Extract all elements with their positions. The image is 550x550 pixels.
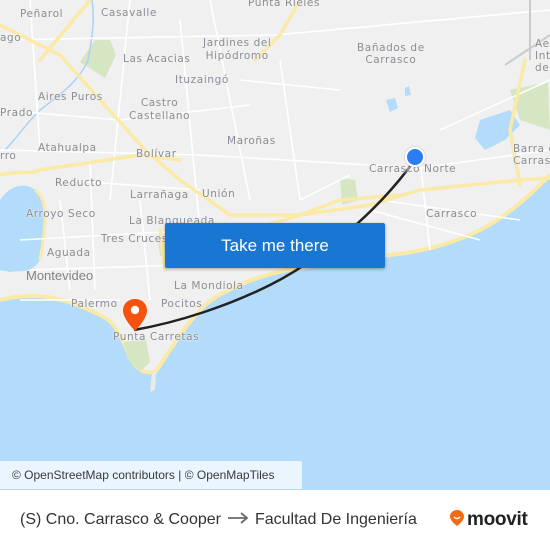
place-label-sayago: ago bbox=[0, 32, 22, 44]
place-label-penarol: Peñarol bbox=[20, 8, 64, 20]
place-label-banados: Bañados de Carrasco bbox=[357, 42, 425, 66]
place-label-aires-puros: Aires Puros bbox=[38, 91, 103, 103]
footer-bar: (S) Cno. Carrasco & Cooper Facultad De In… bbox=[0, 490, 550, 550]
origin-dot-icon[interactable] bbox=[405, 147, 425, 167]
place-label-bolivar: Bolívar bbox=[136, 148, 177, 160]
place-label-barra: Barra d Carrasc bbox=[513, 143, 550, 167]
place-label-larranaga: Larrañaga bbox=[130, 189, 189, 201]
place-label-prado: Prado bbox=[0, 107, 33, 119]
place-label-castro: Castro Castellano bbox=[129, 97, 191, 122]
place-label-aeropuerto: Ae Int de bbox=[535, 38, 550, 74]
lake bbox=[405, 86, 411, 96]
place-label-las-acacias: Las Acacias bbox=[123, 53, 191, 65]
place-label-carrasco: Carrasco bbox=[426, 208, 478, 220]
place-label-tres-cruces: Tres Cruces bbox=[101, 233, 168, 245]
take-me-there-button[interactable]: Take me there bbox=[165, 223, 385, 268]
place-label-atahualpa: Atahualpa bbox=[38, 142, 97, 154]
place-label-union: Unión bbox=[202, 188, 236, 200]
place-label-arroyo-seco: Arroyo Seco bbox=[26, 208, 96, 220]
moovit-logo[interactable]: moovit bbox=[449, 509, 528, 531]
lake bbox=[386, 98, 398, 112]
arrow-right-icon bbox=[227, 490, 249, 550]
park bbox=[80, 40, 116, 78]
destination-name: Facultad De Ingeniería bbox=[254, 511, 417, 529]
origin-stop-name: (S) Cno. Carrasco & Cooper bbox=[20, 511, 221, 529]
place-label-la-mondiola: La Mondiola bbox=[174, 280, 244, 292]
place-label-montevideo: Montevideo bbox=[26, 268, 94, 283]
place-label-aguada: Aguada bbox=[47, 247, 91, 259]
place-label-pocitos: Pocitos bbox=[161, 298, 203, 310]
destination-pin-icon[interactable] bbox=[120, 297, 150, 337]
map-attribution[interactable]: © OpenStreetMap contributors | © OpenMap… bbox=[0, 461, 302, 489]
place-label-reducto: Reducto bbox=[55, 177, 103, 189]
place-label-ituzaingo: Ituzaingó bbox=[175, 74, 229, 86]
moovit-wordmark: moovit bbox=[467, 509, 528, 530]
route-summary: (S) Cno. Carrasco & Cooper Facultad De In… bbox=[20, 490, 417, 550]
place-label-palermo: Palermo bbox=[71, 298, 118, 310]
place-label-cerro: rro bbox=[0, 150, 17, 162]
moovit-pin-icon bbox=[449, 509, 465, 531]
place-label-jardines: Jardines del Hipódromo bbox=[203, 37, 272, 62]
place-label-casavalle: Casavalle bbox=[101, 7, 158, 19]
place-label-maronas: Maroñas bbox=[227, 135, 276, 147]
place-label-punta-rieles: Punta Rieles bbox=[248, 0, 321, 9]
